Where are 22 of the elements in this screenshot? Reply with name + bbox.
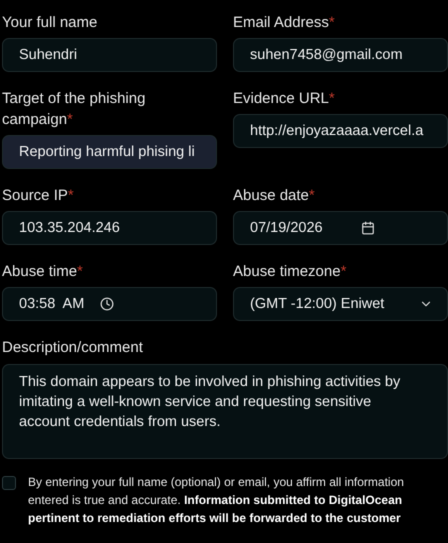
clock-icon[interactable] bbox=[100, 297, 114, 311]
input-field[interactable]: 103.35.204.246 bbox=[2, 211, 217, 245]
field-label: Email Address* bbox=[233, 13, 336, 33]
time-field[interactable]: 03:58 AM bbox=[2, 287, 217, 321]
input-field[interactable]: Reporting harmful phising li bbox=[2, 135, 217, 169]
input-field[interactable]: Suhendri bbox=[2, 38, 217, 72]
field-label: Source IP* bbox=[2, 186, 75, 206]
input-field[interactable]: suhen7458@gmail.com bbox=[233, 38, 448, 72]
input-field[interactable]: http://enjoyazaaaa.vercel.a bbox=[233, 114, 448, 148]
field-label: Abuse date* bbox=[233, 186, 316, 206]
calendar-icon[interactable] bbox=[361, 221, 376, 235]
field-label: Target of the phishing campaign* bbox=[2, 89, 146, 130]
affirmation-text: By entering your full name (optional) or email, you affirm all information entered is true and accurate. Information submitted to DigitalOcean pertinent to remediation efforts will be forwarded to the customer bbox=[28, 474, 405, 527]
field-label: Your full name bbox=[2, 13, 98, 33]
checkbox[interactable] bbox=[2, 476, 16, 490]
field-label: Description/comment bbox=[2, 338, 144, 358]
field-label: Abuse time* bbox=[2, 262, 84, 282]
timezone-select[interactable]: (GMT -12:00) Eniwet bbox=[233, 287, 448, 321]
description-field[interactable]: This domain appears to be involved in phishing activities by imitating a well-known service and requesting sensitive account credentials from users. bbox=[2, 364, 448, 459]
date-field[interactable]: 07/19/2026 bbox=[233, 211, 448, 245]
field-label: Evidence URL* bbox=[233, 89, 336, 109]
field-label: Abuse timezone* bbox=[233, 262, 348, 282]
